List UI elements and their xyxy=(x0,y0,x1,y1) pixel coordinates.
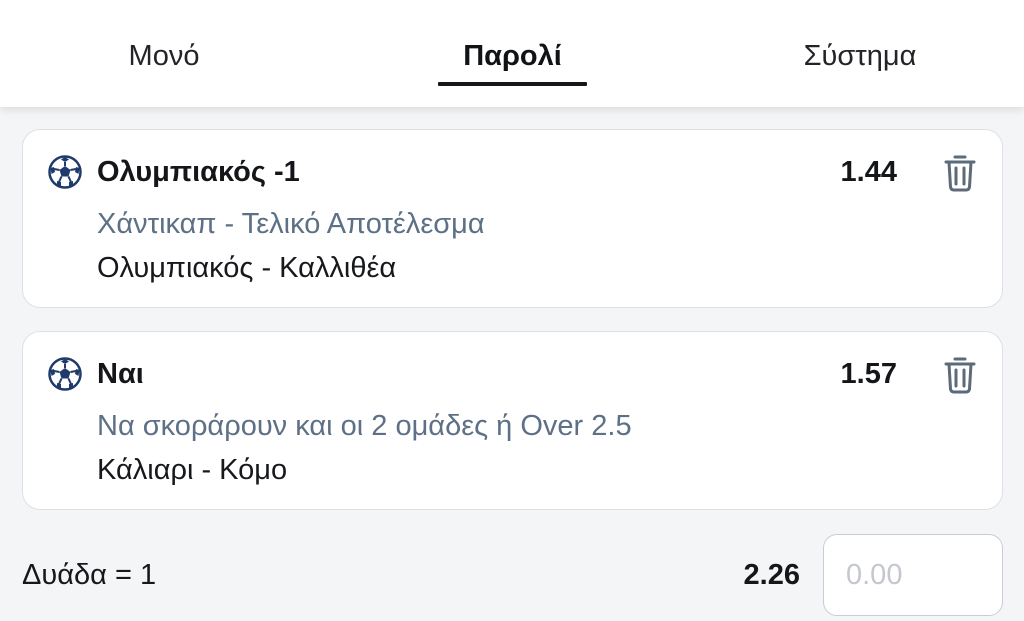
bet-type-tabs: Μονό Παρολί Σύστημα xyxy=(0,0,1024,107)
selection-odds: 1.44 xyxy=(840,156,897,188)
selection-event: Κάλιαρι - Κόμο xyxy=(97,454,288,486)
active-tab-indicator xyxy=(438,82,587,86)
selection-market: Να σκοράρουν και οι 2 ομάδες ή Over 2.5 xyxy=(97,410,632,442)
selection-pick: Ολυμπιακός -1 xyxy=(97,156,300,188)
trash-icon[interactable] xyxy=(943,356,977,394)
soccer-ball-icon xyxy=(48,155,82,189)
stake-input[interactable] xyxy=(823,534,1003,616)
selection-card: Ναι 1.57 Να σκοράρουν και οι 2 ομάδες ή … xyxy=(22,331,1003,510)
soccer-ball-icon xyxy=(48,357,82,391)
combination-label: Δυάδα = 1 xyxy=(22,559,157,591)
selection-pick: Ναι xyxy=(97,358,144,390)
tab-single[interactable]: Μονό xyxy=(94,36,234,76)
tab-parlay[interactable]: Παρολί xyxy=(438,36,587,76)
combination-odds: 2.26 xyxy=(743,559,800,591)
selection-odds: 1.57 xyxy=(840,358,897,390)
trash-icon[interactable] xyxy=(943,154,977,192)
selection-market: Χάντικαπ - Τελικό Αποτέλεσμα xyxy=(97,208,485,240)
selection-card: Ολυμπιακός -1 1.44 Χάντικαπ - Τελικό Απο… xyxy=(22,129,1003,308)
tab-system[interactable]: Σύστημα xyxy=(780,36,940,76)
selection-event: Ολυμπιακός - Καλλιθέα xyxy=(97,252,397,284)
